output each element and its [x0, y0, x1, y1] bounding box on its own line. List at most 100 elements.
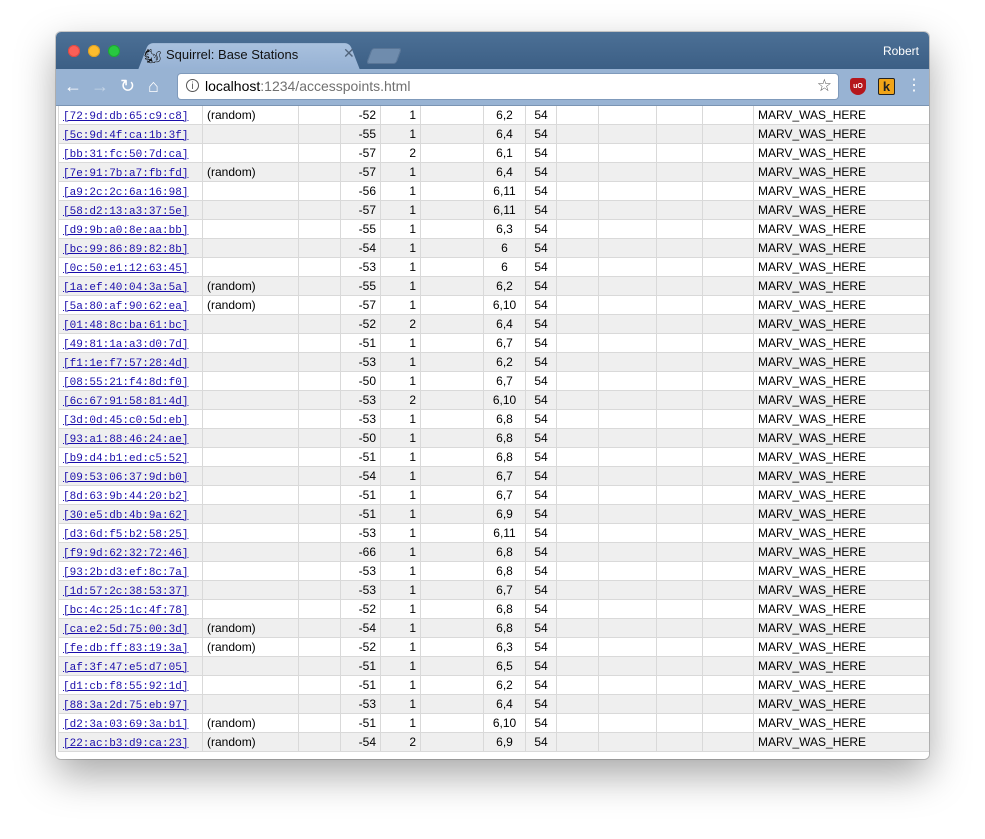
- mac-link[interactable]: [30:e5:db:4b:9a:62]: [63, 510, 188, 522]
- close-window-button[interactable]: [68, 45, 80, 57]
- mac-link[interactable]: [58:d2:13:a3:37:5e]: [63, 206, 188, 218]
- empty-cell: [598, 314, 657, 334]
- mac-link[interactable]: [0c:50:e1:12:63:45]: [63, 263, 188, 275]
- mac-link[interactable]: [3d:0d:45:c0:5d:eb]: [63, 415, 188, 427]
- empty-cell: [420, 675, 484, 695]
- mac-link[interactable]: [22:ac:b3:d9:ca:23]: [63, 738, 188, 750]
- random-cell: [202, 580, 299, 600]
- new-tab-button[interactable]: [366, 48, 402, 64]
- forward-icon[interactable]: →: [91, 75, 109, 97]
- channel-cell: 6,3: [483, 637, 526, 657]
- empty-cell: [702, 390, 754, 410]
- empty-cell: [298, 181, 341, 201]
- rssi-cell: -51: [340, 485, 381, 505]
- empty-cell: [556, 580, 599, 600]
- random-cell: (random): [202, 162, 299, 182]
- ssid-cell: MARV_WAS_HERE: [753, 599, 929, 619]
- empty-cell: [656, 428, 703, 448]
- ssid-cell: MARV_WAS_HERE: [753, 106, 929, 125]
- tab-content[interactable]: 🐿 Squirrel: Base Stations ✕: [144, 44, 364, 70]
- empty-cell: [298, 637, 341, 657]
- ublock-icon[interactable]: uO: [850, 78, 866, 95]
- empty-cell: [556, 428, 599, 448]
- mac-link[interactable]: [d3:6d:f5:b2:58:25]: [63, 529, 188, 541]
- empty-cell: [598, 694, 657, 714]
- empty-cell: [556, 675, 599, 695]
- menu-icon[interactable]: ⋮: [906, 75, 922, 97]
- mac-link[interactable]: [af:3f:47:e5:d7:05]: [63, 662, 188, 674]
- address-bar[interactable]: i localhost:1234/accesspoints.html ☆: [178, 74, 838, 99]
- mac-link[interactable]: [08:55:21:f4:8d:f0]: [63, 377, 188, 389]
- mac-link[interactable]: [ca:e2:5d:75:00:3d]: [63, 624, 188, 636]
- ssid-cell: MARV_WAS_HERE: [753, 675, 929, 695]
- mac-link[interactable]: [1d:57:2c:38:53:37]: [63, 586, 188, 598]
- mac-link[interactable]: [49:81:1a:a3:d0:7d]: [63, 339, 188, 351]
- channel-cell: 6,8: [483, 409, 526, 429]
- mac-link[interactable]: [fe:db:ff:83:19:3a]: [63, 643, 188, 655]
- count-cell: 1: [380, 599, 421, 619]
- table-row: [5c:9d:4f:ca:1b:3f] -55 1 6,4 54 MARV_WAS_HER…: [58, 124, 929, 144]
- mac-link[interactable]: [bc:99:86:89:82:8b]: [63, 244, 188, 256]
- mac-link[interactable]: [1a:ef:40:04:3a:5a]: [63, 282, 188, 294]
- empty-cell: [556, 542, 599, 562]
- mac-link[interactable]: [6c:67:91:58:81:4d]: [63, 396, 188, 408]
- rate-cell: 54: [525, 694, 557, 714]
- random-cell: [202, 675, 299, 695]
- rssi-cell: -53: [340, 561, 381, 581]
- mac-link[interactable]: [5c:9d:4f:ca:1b:3f]: [63, 130, 188, 142]
- mac-cell: [af:3f:47:e5:d7:05]: [58, 656, 203, 676]
- channel-cell: 6,4: [483, 124, 526, 144]
- mac-link[interactable]: [5a:80:af:90:62:ea]: [63, 301, 188, 313]
- empty-cell: [702, 466, 754, 486]
- mac-link[interactable]: [d1:cb:f8:55:92:1d]: [63, 681, 188, 693]
- zoom-window-button[interactable]: [108, 45, 120, 57]
- mac-link[interactable]: [01:48:8c:ba:61:bc]: [63, 320, 188, 332]
- table-row: [d3:6d:f5:b2:58:25] -53 1 6,11 54 MARV_WAS_HE…: [58, 523, 929, 543]
- ssid-cell: MARV_WAS_HERE: [753, 200, 929, 220]
- url-text[interactable]: localhost:1234/accesspoints.html: [205, 78, 410, 94]
- mac-link[interactable]: [d9:9b:a0:8e:aa:bb]: [63, 225, 188, 237]
- mac-link[interactable]: [09:53:06:37:9d:b0]: [63, 472, 188, 484]
- mac-link[interactable]: [72:9d:db:65:c9:c8]: [63, 111, 188, 123]
- mac-link[interactable]: [7e:91:7b:a7:fb:fd]: [63, 168, 188, 180]
- mac-link[interactable]: [bb:31:fc:50:7d:ca]: [63, 149, 188, 161]
- tab-close-icon[interactable]: ✕: [343, 45, 355, 62]
- info-icon[interactable]: i: [186, 79, 199, 92]
- mac-link[interactable]: [93:2b:d3:ef:8c:7a]: [63, 567, 188, 579]
- empty-cell: [420, 599, 484, 619]
- empty-cell: [298, 580, 341, 600]
- back-icon[interactable]: ←: [64, 75, 82, 97]
- empty-cell: [420, 219, 484, 239]
- profile-name[interactable]: Robert: [883, 44, 919, 58]
- mac-link[interactable]: [93:a1:88:46:24:ae]: [63, 434, 188, 446]
- rate-cell: 54: [525, 106, 557, 125]
- empty-cell: [298, 409, 341, 429]
- mac-link[interactable]: [88:3a:2d:75:eb:97]: [63, 700, 188, 712]
- empty-cell: [598, 257, 657, 277]
- reload-icon[interactable]: ↻: [120, 75, 135, 97]
- rssi-cell: -53: [340, 523, 381, 543]
- empty-cell: [420, 732, 484, 752]
- mac-link[interactable]: [d2:3a:03:69:3a:b1]: [63, 719, 188, 731]
- table-row: [bc:4c:25:1c:4f:78] -52 1 6,8 54 MARV_WAS_HER…: [58, 599, 929, 619]
- empty-cell: [556, 656, 599, 676]
- mac-link[interactable]: [8d:63:9b:44:20:b2]: [63, 491, 188, 503]
- minimize-window-button[interactable]: [88, 45, 100, 57]
- empty-cell: [598, 656, 657, 676]
- mac-link[interactable]: [a9:2c:2c:6a:16:98]: [63, 187, 188, 199]
- rate-cell: 54: [525, 162, 557, 182]
- count-cell: 1: [380, 276, 421, 296]
- rssi-cell: -51: [340, 447, 381, 467]
- star-icon[interactable]: ☆: [817, 76, 832, 96]
- url-host: localhost: [205, 78, 261, 94]
- home-icon[interactable]: ⌂: [148, 75, 159, 97]
- keepa-icon[interactable]: k: [878, 78, 895, 95]
- empty-cell: [598, 106, 657, 125]
- mac-link[interactable]: [bc:4c:25:1c:4f:78]: [63, 605, 188, 617]
- empty-cell: [656, 200, 703, 220]
- mac-link[interactable]: [b9:d4:b1:ed:c5:52]: [63, 453, 188, 465]
- rate-cell: 54: [525, 447, 557, 467]
- mac-link[interactable]: [f1:1e:f7:57:28:4d]: [63, 358, 188, 370]
- mac-link[interactable]: [f9:9d:62:32:72:46]: [63, 548, 188, 560]
- rate-cell: 54: [525, 504, 557, 524]
